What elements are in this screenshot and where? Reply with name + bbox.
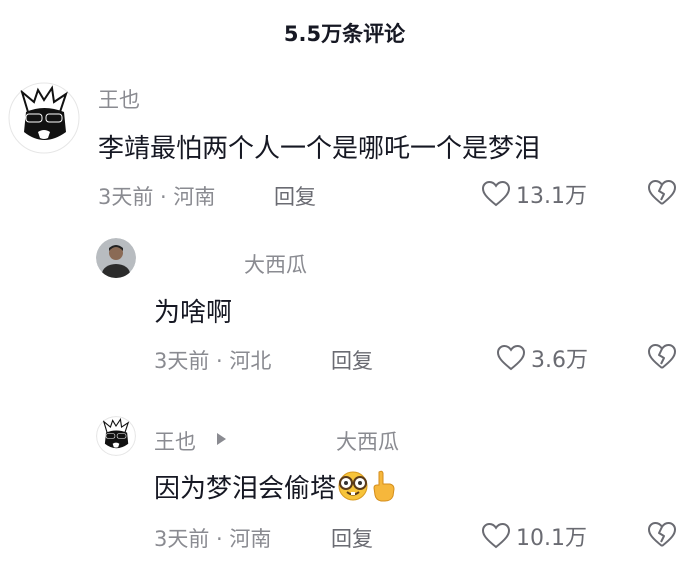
avatar[interactable] xyxy=(96,238,136,278)
pointing-up-hand-emoji xyxy=(370,470,396,509)
comment-meta: 3天前 · 河北 xyxy=(154,349,272,373)
reply-button[interactable]: 回复 xyxy=(274,181,316,211)
play-arrow-icon xyxy=(217,433,226,445)
comment-text: 因为梦泪会偷塔 xyxy=(154,468,396,509)
broken-heart-icon xyxy=(648,180,676,206)
reply-to-username[interactable]: 大西瓜 xyxy=(336,426,399,456)
comment-username[interactable]: 王也 xyxy=(98,84,140,114)
dislike-button[interactable] xyxy=(648,180,676,206)
reply-button[interactable]: 回复 xyxy=(331,345,373,375)
nerd-face-emoji xyxy=(336,471,370,508)
heart-outline-icon xyxy=(497,345,525,371)
like-button[interactable]: 10.1万 xyxy=(482,520,587,552)
reply-button[interactable]: 回复 xyxy=(331,523,373,553)
avatar[interactable] xyxy=(96,416,136,456)
comment-meta: 3天前 · 河南 xyxy=(154,527,272,551)
page-title: 5.5万条评论 xyxy=(283,22,406,46)
comment-text: 李靖最怕两个人一个是哪吒一个是梦泪 xyxy=(98,134,541,164)
heart-outline-icon xyxy=(482,523,510,549)
comment-text-body: 因为梦泪会偷塔 xyxy=(154,474,337,504)
like-count: 3.6万 xyxy=(531,348,588,373)
like-button[interactable]: 3.6万 xyxy=(497,342,588,374)
comment-text: 为啥啊 xyxy=(154,298,233,328)
comment-username[interactable]: 大西瓜 xyxy=(244,249,307,279)
dislike-button[interactable] xyxy=(648,522,676,548)
like-count: 13.1万 xyxy=(516,184,587,209)
avatar[interactable] xyxy=(8,82,80,154)
broken-heart-icon xyxy=(648,344,676,370)
broken-heart-icon xyxy=(648,522,676,548)
dislike-button[interactable] xyxy=(648,344,676,370)
comment-username[interactable]: 王也 xyxy=(154,426,196,456)
heart-outline-icon xyxy=(482,181,510,207)
comment-meta: 3天前 · 河南 xyxy=(98,185,216,209)
like-button[interactable]: 13.1万 xyxy=(482,178,587,210)
like-count: 10.1万 xyxy=(516,526,587,551)
